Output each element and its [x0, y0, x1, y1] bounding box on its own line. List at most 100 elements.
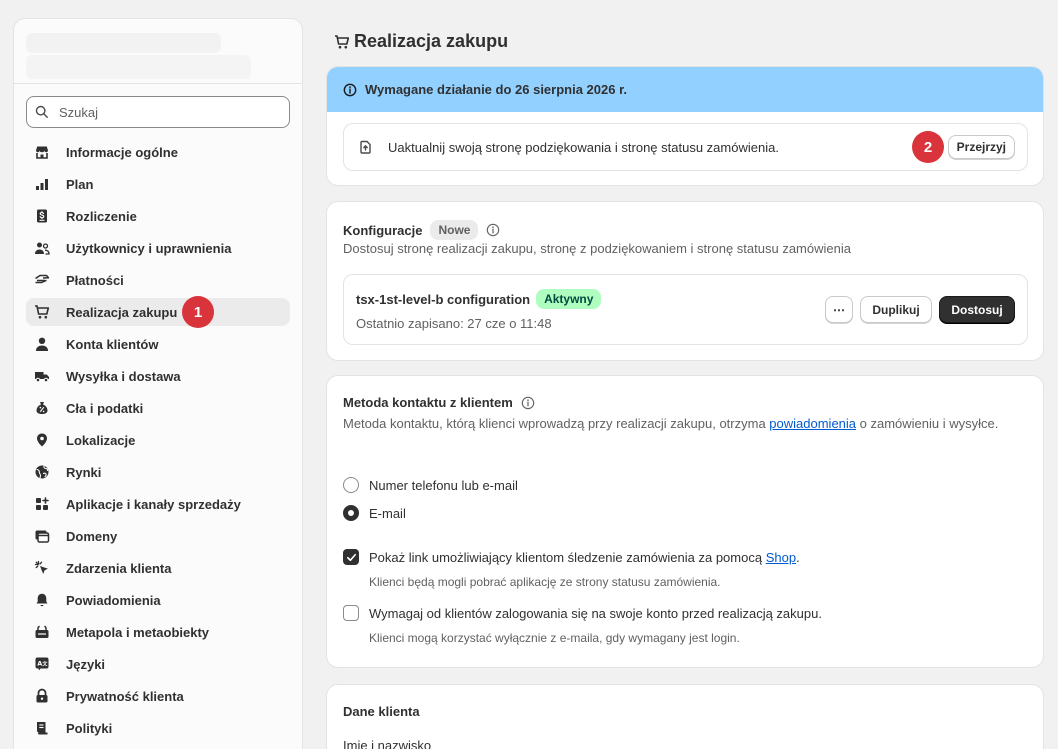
info-icon[interactable] — [486, 223, 500, 237]
sidebar-item-cla-i-podatki[interactable]: Cła i podatki — [26, 394, 290, 422]
store-url-placeholder — [26, 55, 251, 79]
sidebar-item-polityki[interactable]: Polityki — [26, 714, 290, 742]
duplicate-button[interactable]: Duplikuj — [860, 296, 932, 323]
sidebar-item-aplikacje-i-kanaly-sprzedazy[interactable]: Aplikacje i kanały sprzedaży — [26, 490, 290, 518]
sidebar-item-konta-klientow[interactable]: Konta klientów — [26, 330, 290, 358]
customer-info-title: Dane klienta — [343, 704, 420, 719]
sidebar-item-label: Aplikacje i kanały sprzedaży — [66, 496, 241, 512]
last-saved-text: Ostatnio zapisano: 27 cze o 11:48 — [356, 316, 552, 331]
store-icon — [34, 144, 50, 160]
sidebar-item-prywatnosc-klienta[interactable]: Prywatność klienta — [26, 682, 290, 710]
configuration-name: tsx-1st-level-b configuration — [356, 291, 531, 307]
page-title: Realizacja zakupu — [334, 31, 508, 52]
new-badge: Nowe — [430, 220, 479, 240]
shop-link[interactable]: Shop — [766, 550, 796, 565]
sidebar-item-domeny[interactable]: Domeny — [26, 522, 290, 550]
sidebar-item-rynki[interactable]: Rynki — [26, 458, 290, 486]
bell-icon — [34, 592, 50, 608]
action-required-banner: Wymagane działanie do 26 sierpnia 2026 r… — [327, 67, 1043, 112]
sidebar-item-label: Rynki — [66, 464, 102, 480]
sidebar-item-realizacja-zakupu[interactable]: Realizacja zakupu 1 — [26, 296, 290, 328]
sidebar-item-informacje-ogolne[interactable]: Informacje ogólne — [26, 138, 290, 166]
apps-icon — [34, 496, 50, 512]
sidebar-item-label: Prywatność klienta — [66, 688, 184, 704]
radio-email[interactable]: E-mail — [343, 505, 406, 521]
users-icon — [34, 240, 50, 256]
checkbox-label-text: Pokaż link umożliwiający klientom śledze… — [369, 549, 766, 565]
sidebar-item-label: Użytkownicy i uprawnienia — [66, 240, 232, 256]
radio-label: Numer telefonu lub e-mail — [369, 477, 518, 493]
sidebar-item-rozliczenie[interactable]: Rozliczenie — [26, 202, 290, 230]
radio-button[interactable] — [343, 477, 359, 493]
store-header — [14, 19, 302, 84]
banner-text: Wymagane działanie do 26 sierpnia 2026 r… — [365, 82, 628, 97]
location-icon — [34, 432, 50, 448]
desc-text-before: Metoda kontaktu, którą klienci wprowadzą… — [343, 416, 770, 431]
active-badge: Aktywny — [536, 289, 602, 309]
sidebar-item-label: Lokalizacje — [66, 432, 136, 448]
checkbox-unchecked[interactable] — [343, 605, 359, 621]
tax-icon — [34, 400, 50, 416]
metafields-icon — [34, 624, 50, 640]
sidebar-item-powiadomienia[interactable]: Powiadomienia — [26, 586, 290, 614]
sidebar-item-jezyki[interactable]: A 文 Języki — [26, 650, 290, 678]
desc-text-after: o zamówieniu i wysyłce. — [856, 416, 999, 431]
info-icon[interactable] — [521, 396, 535, 410]
sidebar-item-uzytkownicy-i-uprawnienia[interactable]: Użytkownicy i uprawnienia — [26, 234, 290, 262]
sidebar-item-label: Realizacja zakupu — [66, 304, 178, 320]
update-pages-row: Uaktualnij swoją stronę podziękowania i … — [343, 123, 1028, 171]
search-box[interactable] — [26, 96, 290, 128]
configurations-header: Konfiguracje Nowe — [343, 220, 500, 240]
notifications-link[interactable]: powiadomienia — [769, 416, 856, 431]
info-circle-icon — [343, 83, 357, 96]
cart-icon — [335, 34, 350, 48]
search-input[interactable] — [59, 104, 269, 120]
contact-method-card: Metoda kontaktu z klientem Metoda kontak… — [326, 375, 1044, 668]
more-actions-button[interactable]: ⋯ — [825, 296, 853, 323]
sidebar-item-label: Zdarzenia klienta — [66, 560, 172, 576]
contact-method-header: Metoda kontaktu z klientem — [343, 395, 535, 410]
sidebar-item-label: Cła i podatki — [66, 400, 144, 416]
sidebar-item-label: Powiadomienia — [66, 592, 161, 608]
page-title-text: Realizacja zakupu — [354, 31, 509, 51]
store-name-placeholder — [26, 33, 221, 53]
sidebar-item-platnosci[interactable]: Płatności — [26, 266, 290, 294]
full-name-label: Imię i nazwisko — [343, 738, 432, 749]
search-icon — [35, 105, 48, 118]
sidebar-item-label: Informacje ogólne — [66, 144, 178, 160]
sidebar-item-wysylka-i-dostawa[interactable]: Wysyłka i dostawa — [26, 362, 290, 390]
lock-icon — [34, 688, 50, 704]
checkbox-shop-tracking[interactable]: Pokaż link umożliwiający klientom śledze… — [343, 549, 800, 565]
sidebar-item-label: Domeny — [66, 528, 118, 544]
annotation-marker-1: 1 — [182, 296, 214, 328]
configuration-name-row: tsx-1st-level-b configuration Aktywny — [356, 289, 602, 309]
update-text: Uaktualnij swoją stronę podziękowania i … — [388, 139, 779, 155]
checkbox-label: Wymagaj od klientów zalogowania się na s… — [369, 605, 822, 621]
domain-icon — [34, 528, 50, 544]
language-icon: A文 — [34, 656, 50, 672]
sidebar-item-lokalizacje[interactable]: Lokalizacje — [26, 426, 290, 454]
radio-label: E-mail — [369, 505, 406, 521]
sidebar-item-zdarzenia-klienta[interactable]: Zdarzenia klienta — [26, 554, 290, 582]
payments-icon — [34, 272, 50, 288]
sidebar-item-label: Metapola i metaobiekty — [66, 624, 210, 640]
sidebar-item-plan[interactable]: Plan — [26, 170, 290, 198]
cart-icon — [34, 304, 50, 320]
policy-icon — [34, 720, 50, 736]
radio-phone-or-email[interactable]: Numer telefonu lub e-mail — [343, 477, 518, 493]
sidebar-item-label: Wysyłka i dostawa — [66, 368, 181, 384]
checkbox-require-login[interactable]: Wymagaj od klientów zalogowania się na s… — [343, 605, 822, 621]
checkbox-checked[interactable] — [343, 549, 359, 565]
settings-nav: Informacje ogólne Plan Rozliczenie Użytkown… — [26, 138, 290, 746]
sidebar-item-label: Rozliczenie — [66, 208, 137, 224]
shop-tracking-help: Klienci będą mogli pobrać aplikację ze s… — [369, 575, 721, 589]
globe-icon — [34, 464, 50, 480]
sidebar-item-metapola-i-metaobiekty[interactable]: Metapola i metaobiekty — [26, 618, 290, 646]
radio-button-selected[interactable] — [343, 505, 359, 521]
checkbox-label-end: . — [796, 549, 800, 565]
customize-button[interactable]: Dostosuj — [939, 296, 1015, 323]
upgrade-page-icon — [360, 140, 371, 154]
review-button[interactable]: Przejrzyj — [947, 135, 1015, 159]
configuration-item: tsx-1st-level-b configuration Aktywny Os… — [343, 274, 1028, 345]
configurations-card: Konfiguracje Nowe Dostosuj stronę realiz… — [326, 201, 1044, 361]
